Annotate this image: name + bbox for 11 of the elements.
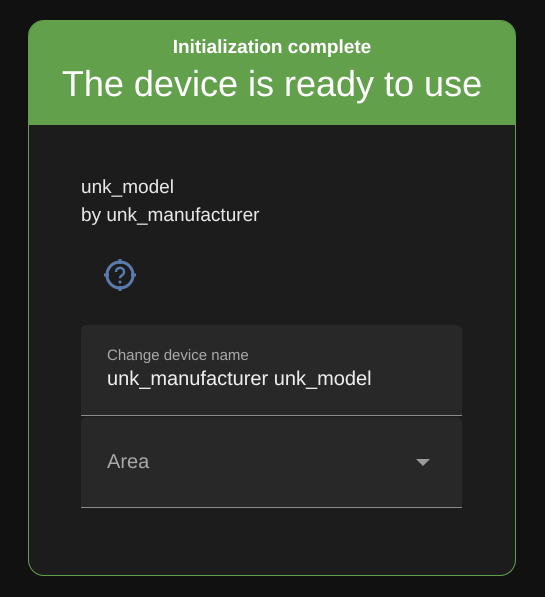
- field-value: unk_manufacturer unk_model: [107, 368, 373, 391]
- device-name-field[interactable]: Change device name unk_manufacturer unk_model: [81, 325, 462, 416]
- dropdown-caret-icon: [416, 458, 430, 466]
- dropdown-label: Area: [107, 450, 150, 474]
- area-dropdown[interactable]: Area: [81, 417, 462, 508]
- crosshair-question-icon: [102, 257, 138, 293]
- device-model: unk_model: [81, 177, 175, 199]
- status-subtitle: Initialization complete: [172, 37, 372, 59]
- field-label: Change device name: [107, 347, 250, 364]
- device-manufacturer: by unk_manufacturer: [81, 205, 260, 227]
- status-title: The device is ready to use: [60, 63, 484, 105]
